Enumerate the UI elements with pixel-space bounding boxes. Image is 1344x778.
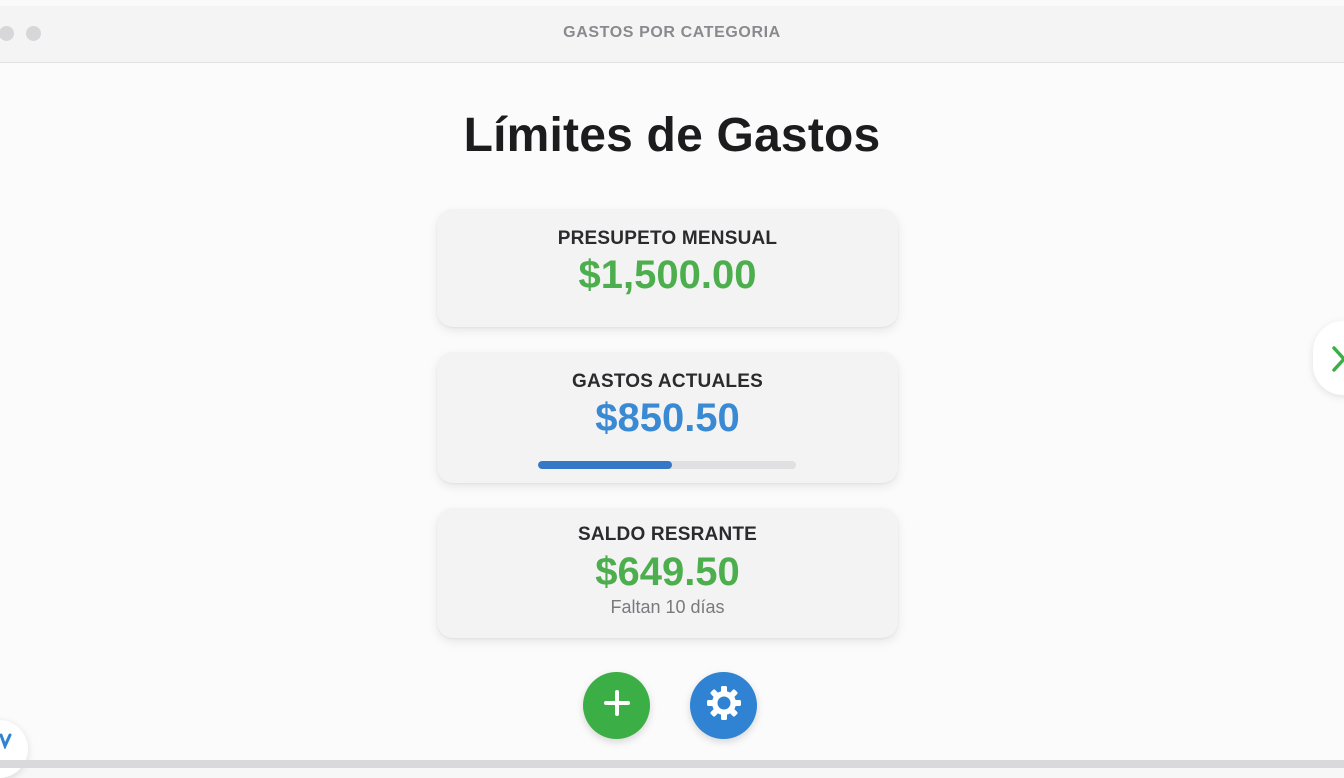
days-remaining-text: Faltan 10 días [610, 597, 725, 617]
title-bar: GASTOS POR CATEGORIA [0, 6, 1344, 63]
remaining-balance-amount: $649.50 [595, 550, 740, 594]
window-title: GASTOS POR CATEGORIA [563, 24, 781, 41]
remaining-balance-label: SALDO RESRANTE [577, 524, 758, 545]
monthly-budget-amount: $1,500.00 [578, 253, 757, 297]
current-spending-amount: $850.50 [595, 396, 740, 440]
current-spending-label: GASTOS ACTUALES [572, 371, 763, 392]
plus-icon [602, 688, 632, 723]
settings-button[interactable] [690, 672, 757, 739]
spending-progress-bar [538, 461, 796, 469]
monthly-budget-card: PRESUPETO MENSUAL $1,500.00 [437, 209, 898, 327]
remaining-balance-card: SALDO RESRANTE $649.50 Faltan 10 días [437, 508, 898, 638]
bottom-bar [0, 760, 1344, 768]
page-title: Límites de Gastos [463, 109, 881, 162]
app-window: GASTOS POR CATEGORIA Límites de Gastos P… [0, 0, 1344, 778]
add-expense-button[interactable] [583, 672, 650, 739]
gear-icon [704, 683, 744, 728]
monthly-budget-label: PRESUPETO MENSUAL [557, 228, 778, 249]
spending-progress-fill [538, 461, 673, 469]
current-spending-card: GASTOS ACTUALES $850.50 [437, 352, 898, 483]
